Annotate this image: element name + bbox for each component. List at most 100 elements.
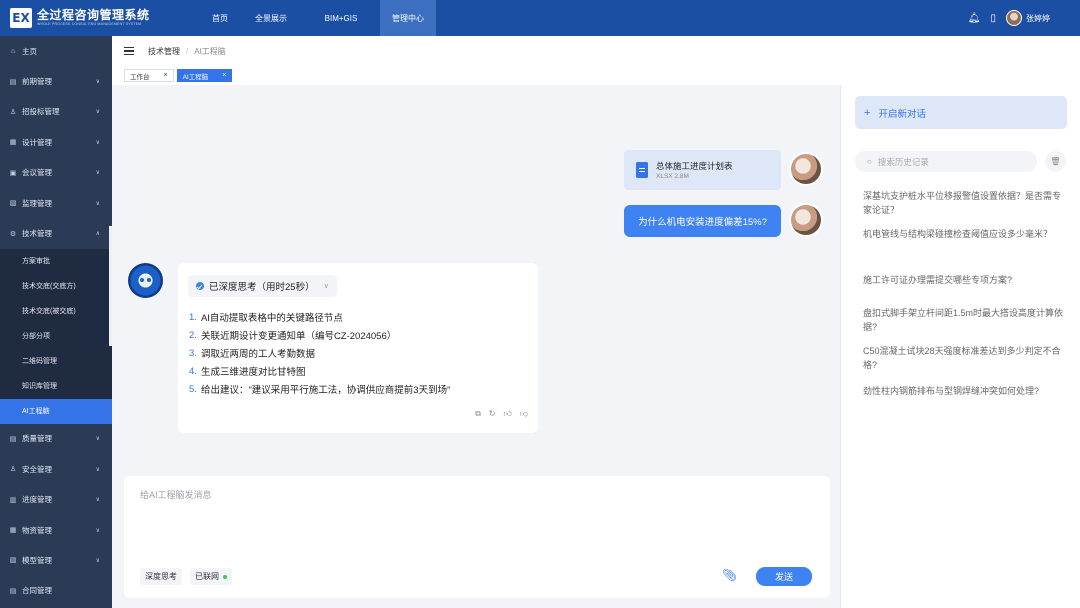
history-item[interactable]: 深基坑支护桩水平位移报警值设置依据？是否需专家论证？ (863, 189, 1063, 227)
person-icon: ♙ (9, 108, 17, 116)
list-item: 4. 生成三维进度对比甘特图 (189, 365, 306, 379)
sidebar-item-model[interactable]: ▧ 模型管理 ∨ (0, 545, 112, 575)
copy-icon[interactable]: ⧉ (475, 409, 481, 419)
history-list: 深基坑支护桩水平位移报警值设置依据？是否需专家论证？ 机电管线与结构梁碰撞检查阈… (863, 189, 1063, 398)
mobile-icon[interactable]: ▯ (990, 13, 996, 24)
tab-ai-brain[interactable]: AI工程脑 × (176, 69, 233, 82)
sidebar-subitem-ai-brain[interactable]: AI工程脑 (0, 398, 112, 424)
top-bar: EX 全过程咨询管理系统 WHOLE PROCESS CONSULTING MA… (0, 0, 1080, 36)
thumbs-up-icon[interactable]: 👍︎ (504, 409, 512, 419)
sidebar-item-meeting[interactable]: ▣ 会议管理 ∨ (0, 158, 112, 188)
breadcrumb-parent[interactable]: 技术管理 (148, 46, 180, 57)
status-dot-icon (223, 574, 227, 579)
sidebar-item-home[interactable]: ⌂ 主页 (0, 36, 112, 66)
grid-icon: ▦ (9, 139, 17, 147)
history-item[interactable]: 施工许可证办理需提交哪些专项方案? (863, 273, 1063, 306)
avatar (789, 203, 823, 237)
sidebar-item-material[interactable]: ▦ 物资管理 ∨ (0, 515, 112, 545)
new-chat-button[interactable]: + 开启新对话 (855, 96, 1067, 129)
history-item[interactable]: 劲性柱内钢筋排布与型钢焊缝冲突如何处理? (863, 384, 1063, 398)
chevron-down-icon: ∨ (95, 436, 100, 443)
quality-icon: ▤ (9, 435, 17, 443)
sidebar-item-label: 质量管理 (22, 434, 52, 444)
online-label: 已联网 (195, 572, 219, 581)
topnav-home[interactable]: 首页 (200, 0, 240, 36)
chevron-down-icon: ∨ (95, 139, 100, 146)
breadcrumb-separator: / (186, 46, 189, 56)
breadcrumb: 技术管理 / AI工程脑 (112, 36, 1080, 66)
chevron-up-icon: ∧ (95, 231, 100, 238)
file-attachment[interactable]: 总体施工进度计划表 XLSX 2.8M (624, 150, 781, 190)
search-input[interactable] (877, 156, 1018, 167)
sidebar-item-label: 模型管理 (22, 555, 52, 565)
bell-icon[interactable]: 🔔︎ (968, 13, 981, 24)
close-icon[interactable]: × (222, 72, 226, 79)
reasoning-steps: 1. AI自动提取表格中的关键路径节点 2. 关联近期设计变更通知单（编号CZ-20… (189, 308, 450, 398)
avatar (789, 152, 823, 186)
thumbs-down-icon[interactable]: 👎︎ (520, 409, 528, 419)
topnav-bim-gis[interactable]: BIM+GIS (302, 0, 380, 36)
tab-label: AI工程脑 (182, 73, 209, 81)
sidebar-item-preliminary[interactable]: ▤ 前期管理 ∨ (0, 66, 112, 96)
history-item[interactable]: 盘扣式脚手架立杆间距1.5m时最大搭设高度计算依据? (863, 306, 1063, 344)
logo[interactable]: EX 全过程咨询管理系统 WHOLE PROCESS CONSULTING MA… (0, 8, 200, 28)
top-nav: 首页 全景展示 BIM+GIS 管理中心 (200, 0, 436, 36)
sidebar-item-safety[interactable]: ♙ 安全管理 ∨ (0, 454, 112, 484)
sidebar-subitem-briefing-receiver[interactable]: 技术交底(被交底) (0, 298, 112, 324)
trash-icon[interactable]: 🗑︎ (1045, 151, 1066, 172)
chevron-down-icon: ∨ (323, 283, 329, 290)
close-icon[interactable]: × (164, 72, 168, 79)
sidebar-subitem-scheme-approval[interactable]: 方案审批 (0, 248, 112, 274)
menu-toggle-icon[interactable] (124, 47, 134, 55)
search-icon: ○ (867, 157, 872, 166)
sidebar-subitem-subdivision[interactable]: 分部分项 (0, 323, 112, 349)
chevron-down-icon: ∨ (95, 170, 100, 177)
tab-workbench[interactable]: 工作台 × (124, 69, 174, 82)
avatar[interactable] (1006, 10, 1022, 26)
robot-avatar-icon (128, 263, 163, 298)
sidebar-item-bidding[interactable]: ♙ 招投标管理 ∨ (0, 97, 112, 127)
sidebar-item-label: 技术管理 (22, 229, 52, 239)
list-item: 5. 给出建议："建议采用平行施工法，协调供应商提前3天到场" (189, 383, 451, 397)
message-input[interactable] (140, 490, 740, 500)
sidebar-item-label: 主页 (22, 46, 37, 56)
calendar-icon: ▤ (9, 78, 17, 86)
meeting-icon: ▣ (9, 169, 17, 177)
user-name[interactable]: 张婷婷 (1026, 13, 1050, 24)
refresh-icon[interactable]: ↻ (489, 409, 496, 419)
chevron-down-icon: ∨ (95, 527, 100, 534)
safety-icon: ♙ (9, 466, 17, 474)
history-panel: + 开启新对话 ○ 🗑︎ 深基坑支护桩水平位移报警值设置依据？是否需专家论证？ … (840, 85, 1080, 608)
progress-icon: ▥ (9, 496, 17, 504)
chat-area: 总体施工进度计划表 XLSX 2.8M 为什么机电安装进度偏差15%? 已深度思… (112, 85, 840, 608)
topnav-management-center[interactable]: 管理中心 (380, 0, 436, 36)
chevron-down-icon: ∨ (95, 79, 100, 86)
sidebar-subitem-briefing-giver[interactable]: 技术交底(交底方) (0, 273, 112, 299)
sidebar-item-label: 监理管理 (22, 198, 52, 208)
plus-icon: + (864, 106, 871, 119)
history-item[interactable]: C50混凝土试块28天强度标准差达到多少判定不合格? (863, 344, 1063, 384)
sidebar-item-supervision[interactable]: ▧ 监理管理 ∨ (0, 188, 112, 218)
sidebar-item-label: 设计管理 (22, 137, 52, 147)
send-button[interactable]: 发送 (756, 567, 812, 586)
sidebar-item-quality[interactable]: ▤ 质量管理 ∨ (0, 424, 112, 454)
web-search-toggle[interactable]: 已联网 (190, 568, 232, 585)
sidebar-subitem-qrcode[interactable]: 二维码管理 (0, 348, 112, 374)
sidebar-item-technical[interactable]: ⚙ 技术管理 ∧ (0, 218, 112, 248)
app-title: 全过程咨询管理系统 (37, 8, 150, 22)
sidebar-item-contract[interactable]: ▤ 合同管理 (0, 576, 112, 606)
check-circle-icon (196, 282, 204, 290)
sidebar-item-design[interactable]: ▦ 设计管理 ∨ (0, 127, 112, 157)
tabs-bar: 工作台 × AI工程脑 × (112, 66, 1080, 85)
topnav-panorama[interactable]: 全景展示 (240, 0, 302, 36)
contract-icon: ▤ (9, 587, 17, 595)
sidebar-item-progress[interactable]: ▥ 进度管理 ∨ (0, 485, 112, 515)
home-icon: ⌂ (10, 47, 16, 55)
thinking-toggle[interactable]: 已深度思考（用时25秒） ∨ (188, 275, 337, 297)
sidebar-item-label: 物资管理 (22, 525, 52, 535)
list-item: 1. AI自动提取表格中的关键路径节点 (189, 311, 343, 325)
sidebar-subitem-knowledge-base[interactable]: 知识库管理 (0, 373, 112, 399)
deep-think-toggle[interactable]: 深度思考 (140, 568, 182, 585)
history-item[interactable]: 机电管线与结构梁碰撞检查阈值应设多少毫米？ (863, 227, 1063, 273)
paperclip-icon[interactable]: 📎︎ (722, 568, 737, 582)
